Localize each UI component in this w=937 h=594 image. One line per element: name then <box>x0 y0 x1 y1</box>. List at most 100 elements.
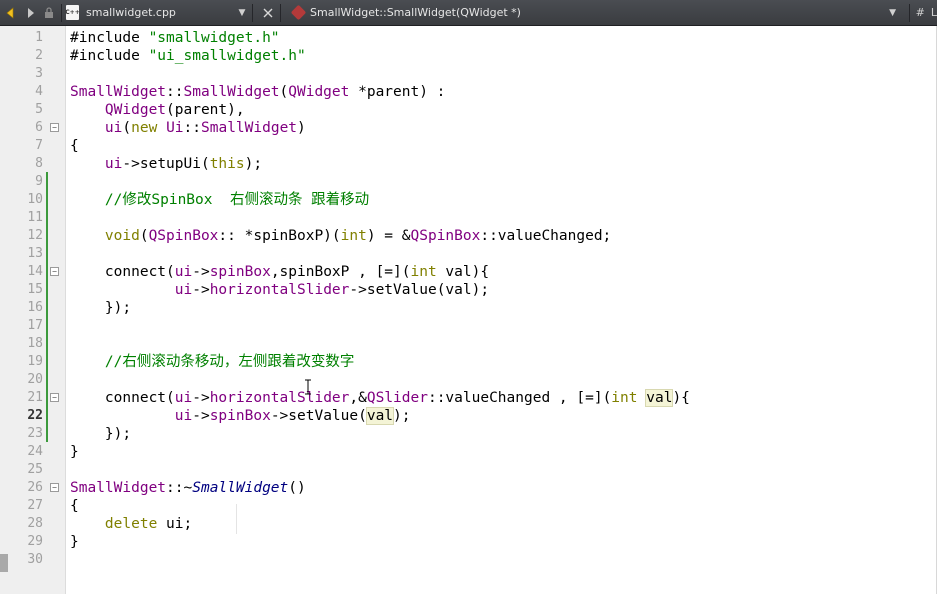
code-text: #include "ui_smallwidget.h" <box>70 47 306 65</box>
code-token: ,spinBoxP , [=]( <box>270 264 411 280</box>
code-token: SmallWidget <box>70 84 167 100</box>
fold-toggle-minus-icon[interactable]: − <box>50 123 59 132</box>
code-token: #include <box>70 48 149 64</box>
code-token: ->setValue( <box>270 408 367 424</box>
code-line[interactable]: 14− connect(ui->spinBox,spinBoxP , [=](i… <box>0 263 937 281</box>
code-token: QWidget <box>288 84 350 100</box>
code-token: ui <box>104 156 123 172</box>
line-number: 29 <box>27 534 43 549</box>
code-line[interactable]: 29} <box>0 533 937 551</box>
code-token: "ui_smallwidget.h" <box>148 48 306 64</box>
code-token: connect( <box>70 264 175 280</box>
code-line[interactable]: 18 <box>0 335 937 353</box>
line-number: 25 <box>27 462 43 477</box>
cpp-file-icon: C++ <box>65 5 80 20</box>
line-number: 8 <box>35 156 43 171</box>
function-selector[interactable]: SmallWidget::SmallWidget(QWidget *) <box>285 4 887 21</box>
code-token: ::valueChanged , [=]( <box>427 390 612 406</box>
code-line[interactable]: 30 <box>0 551 937 569</box>
code-token: ui <box>174 282 193 298</box>
code-text: ui->horizontalSlider->setValue(val); <box>70 281 489 299</box>
code-token: Ui <box>166 120 184 136</box>
fold-toggle-minus-icon[interactable]: − <box>50 483 59 492</box>
code-token: horizontalSlider <box>209 282 350 298</box>
code-line[interactable]: 22 ui->spinBox->setValue(val); <box>0 407 937 425</box>
code-token: ) <box>297 120 306 136</box>
code-token: ); <box>244 156 263 172</box>
code-line[interactable]: 8 ui->setupUi(this); <box>0 155 937 173</box>
code-token: }); <box>70 300 132 316</box>
code-text: QWidget(parent), <box>70 101 245 119</box>
line-number: 22 <box>27 408 43 423</box>
file-selector[interactable]: C++ smallwidget.cpp <box>65 5 236 20</box>
toolbar-separator <box>61 3 62 22</box>
code-token: ui <box>104 120 123 136</box>
function-dropdown-chevron-down-icon[interactable]: ▼ <box>887 7 899 19</box>
back-arrow-icon[interactable] <box>3 5 19 21</box>
line-number: 3 <box>35 66 43 81</box>
code-line[interactable]: 6− ui(new Ui::SmallWidget) <box>0 119 937 137</box>
code-line[interactable]: 5 QWidget(parent), <box>0 101 937 119</box>
code-line[interactable]: 26− SmallWidget::~SmallWidget() <box>0 479 937 497</box>
code-token: val){ <box>436 264 490 280</box>
code-line[interactable]: 19 //右侧滚动条移动，左侧跟着改变数字 <box>0 353 937 371</box>
toolbar-separator <box>280 3 281 22</box>
code-line[interactable]: 25 <box>0 461 937 479</box>
fold-toggle-minus-icon[interactable]: − <box>50 267 59 276</box>
code-token: int <box>611 390 638 406</box>
code-token: connect( <box>70 390 175 406</box>
forward-arrow-icon[interactable] <box>22 5 38 21</box>
code-text: } <box>70 443 79 461</box>
code-token: } <box>70 444 79 460</box>
code-text: connect(ui->horizontalSlider,&QSlider::v… <box>70 389 690 407</box>
line-number: 2 <box>35 48 43 63</box>
code-token: ui <box>174 264 193 280</box>
code-line[interactable]: 4 SmallWidget::SmallWidget(QWidget *paren… <box>0 83 937 101</box>
function-symbol-icon <box>290 4 307 21</box>
line-number: 27 <box>27 498 43 513</box>
line-indicator[interactable]: # L <box>914 6 937 19</box>
code-token: -> <box>122 156 140 172</box>
code-line[interactable]: 10 //修改SpinBox 右侧滚动条 跟着移动 <box>0 191 937 209</box>
lock-icon[interactable] <box>41 5 57 21</box>
code-line[interactable]: 17 <box>0 317 937 335</box>
line-number: 13 <box>27 246 43 261</box>
code-token: ui <box>174 408 193 424</box>
code-text: #include "smallwidget.h" <box>70 29 280 47</box>
fold-toggle-minus-icon[interactable]: − <box>50 393 59 402</box>
code-token: SmallWidget <box>70 480 167 496</box>
code-token: :: <box>183 120 201 136</box>
code-line[interactable]: 7{ <box>0 137 937 155</box>
code-line[interactable]: 20 <box>0 371 937 389</box>
code-line[interactable]: 13 <box>0 245 937 263</box>
code-line[interactable]: 9 <box>0 173 937 191</box>
close-file-icon[interactable] <box>260 5 276 21</box>
code-line[interactable]: 24} <box>0 443 937 461</box>
code-line[interactable]: 21− connect(ui->horizontalSlider,&QSlide… <box>0 389 937 407</box>
code-token: -> <box>192 390 210 406</box>
code-token: ); <box>393 408 411 424</box>
line-number: 17 <box>27 318 43 333</box>
code-token: ui; <box>157 516 193 532</box>
code-line[interactable]: 16 }); <box>0 299 937 317</box>
line-number: 15 <box>27 282 43 297</box>
code-text: { <box>70 137 79 155</box>
code-token: (parent), <box>166 102 245 118</box>
code-line[interactable]: 23 }); <box>0 425 937 443</box>
code-line[interactable]: 2 #include "ui_smallwidget.h" <box>0 47 937 65</box>
code-token: QWidget <box>104 102 167 118</box>
code-line[interactable]: 27 { <box>0 497 937 515</box>
code-line[interactable]: 12 void(QSpinBox:: *spinBoxP)(int) = &QS… <box>0 227 937 245</box>
code-line[interactable]: 1 #include "smallwidget.h" <box>0 29 937 47</box>
code-line[interactable]: 28 delete ui; <box>0 515 937 533</box>
code-line[interactable]: 11 <box>0 209 937 227</box>
code-line[interactable]: 15 ui->horizontalSlider->setValue(val); <box>0 281 937 299</box>
file-dropdown-chevron-down-icon[interactable]: ▼ <box>236 7 248 19</box>
line-number: 20 <box>27 372 43 387</box>
code-line[interactable]: 3 <box>0 65 937 83</box>
line-number: 30 <box>27 552 43 567</box>
